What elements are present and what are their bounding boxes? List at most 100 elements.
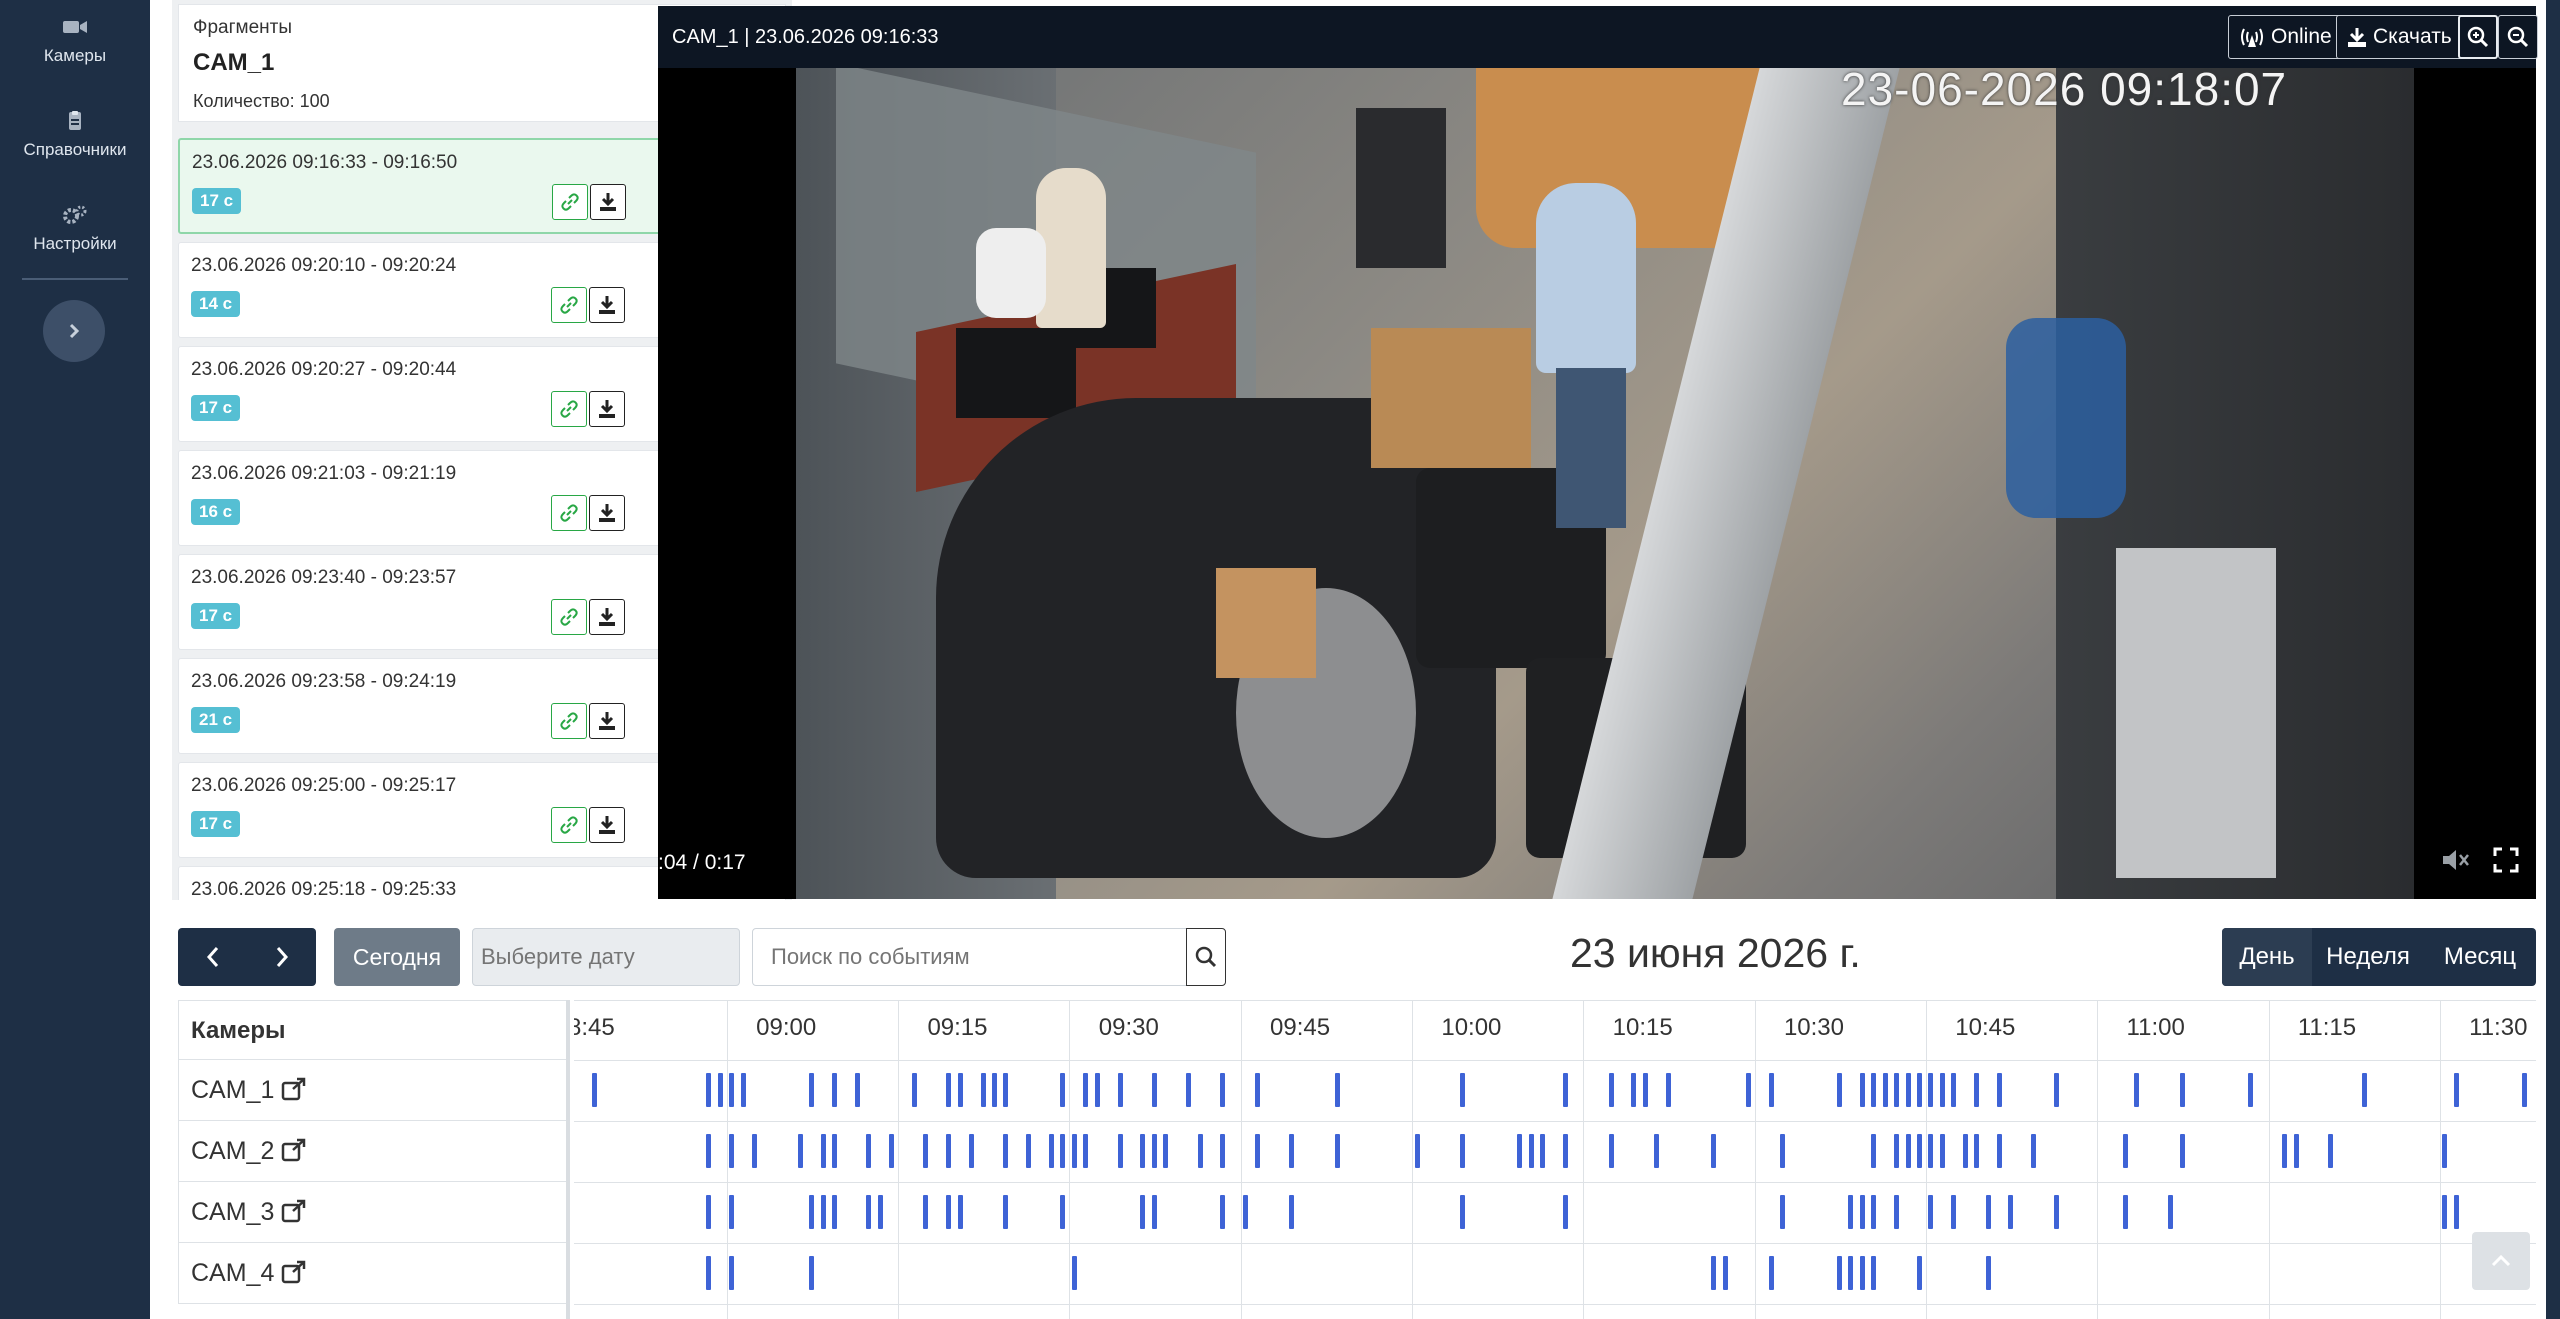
timeline-event-marker[interactable] xyxy=(1939,1073,1945,1107)
timeline-event-marker[interactable] xyxy=(1003,1195,1009,1229)
timeline-event-marker[interactable] xyxy=(991,1073,997,1107)
timeline-event-marker[interactable] xyxy=(1026,1134,1032,1168)
timeline-event-marker[interactable] xyxy=(1540,1134,1546,1168)
timeline-event-marker[interactable] xyxy=(706,1134,712,1168)
external-link-icon[interactable] xyxy=(281,1260,307,1284)
timeline-event-marker[interactable] xyxy=(1163,1134,1169,1168)
timeline-event-marker[interactable] xyxy=(1288,1195,1294,1229)
timeline-event-marker[interactable] xyxy=(2054,1073,2060,1107)
zoom-in-button[interactable] xyxy=(2458,15,2498,59)
timeline-event-marker[interactable] xyxy=(1745,1073,1751,1107)
timeline-event-marker[interactable] xyxy=(1060,1195,1066,1229)
timeline-event-marker[interactable] xyxy=(1871,1134,1877,1168)
date-picker-input[interactable] xyxy=(472,928,740,986)
mute-icon[interactable] xyxy=(2440,846,2470,879)
timeline-event-marker[interactable] xyxy=(1916,1073,1922,1107)
timeline-event-marker[interactable] xyxy=(1083,1073,1089,1107)
timeline-event-marker[interactable] xyxy=(2282,1134,2288,1168)
timeline-event-marker[interactable] xyxy=(923,1134,929,1168)
timeline-event-marker[interactable] xyxy=(1562,1195,1568,1229)
sidebar-item-cameras[interactable]: Камеры xyxy=(0,16,150,66)
timeline-event-marker[interactable] xyxy=(820,1195,826,1229)
timeline-event-marker[interactable] xyxy=(1334,1073,1340,1107)
timeline-event-marker[interactable] xyxy=(706,1195,712,1229)
timeline-event-marker[interactable] xyxy=(2122,1134,2128,1168)
timeline-event-marker[interactable] xyxy=(1197,1134,1203,1168)
timeline-event-marker[interactable] xyxy=(1083,1134,1089,1168)
timeline-event-marker[interactable] xyxy=(2453,1195,2459,1229)
timeline-event-marker[interactable] xyxy=(1871,1073,1877,1107)
timeline-event-marker[interactable] xyxy=(1254,1073,1260,1107)
timeline-event-marker[interactable] xyxy=(1871,1195,1877,1229)
timeline-event-marker[interactable] xyxy=(2442,1134,2448,1168)
timeline-event-marker[interactable] xyxy=(1460,1195,1466,1229)
timeline-event-marker[interactable] xyxy=(1928,1134,1934,1168)
timeline-event-marker[interactable] xyxy=(1608,1073,1614,1107)
timeline-event-marker[interactable] xyxy=(1003,1134,1009,1168)
timeline-event-marker[interactable] xyxy=(1151,1195,1157,1229)
copy-link-button[interactable] xyxy=(552,184,588,220)
video-frame[interactable]: 23-06-2026 09:18:07 xyxy=(796,68,2414,899)
timeline-event-marker[interactable] xyxy=(740,1073,746,1107)
timeline-event-marker[interactable] xyxy=(1711,1134,1717,1168)
timeline-event-marker[interactable] xyxy=(820,1134,826,1168)
timeline-event-marker[interactable] xyxy=(832,1195,838,1229)
timeline-event-marker[interactable] xyxy=(2133,1073,2139,1107)
timeline-event-marker[interactable] xyxy=(1186,1073,1192,1107)
external-link-icon[interactable] xyxy=(281,1077,307,1101)
timeline-track-area[interactable]: 8:45 09:00 09:15 09:30 09:45 10:00 10:15 10:30 1… xyxy=(574,1000,2536,1319)
timeline-event-marker[interactable] xyxy=(1951,1073,1957,1107)
timeline-event-marker[interactable] xyxy=(1288,1134,1294,1168)
download-fragment-button[interactable] xyxy=(589,807,625,843)
timeline-event-marker[interactable] xyxy=(809,1073,815,1107)
timeline-event-marker[interactable] xyxy=(729,1256,735,1290)
timeline-event-marker[interactable] xyxy=(1071,1134,1077,1168)
timeline-event-marker[interactable] xyxy=(706,1256,712,1290)
timeline-event-marker[interactable] xyxy=(1414,1134,1420,1168)
timeline-event-marker[interactable] xyxy=(1460,1134,1466,1168)
timeline-event-marker[interactable] xyxy=(729,1134,735,1168)
timeline-event-marker[interactable] xyxy=(1837,1073,1843,1107)
timeline-event-marker[interactable] xyxy=(866,1195,872,1229)
timeline-event-marker[interactable] xyxy=(2453,1073,2459,1107)
timeline-event-marker[interactable] xyxy=(2179,1073,2185,1107)
timeline-event-marker[interactable] xyxy=(1974,1073,1980,1107)
copy-link-button[interactable] xyxy=(551,807,587,843)
download-fragment-button[interactable] xyxy=(590,184,626,220)
timeline-event-marker[interactable] xyxy=(706,1073,712,1107)
timeline-event-marker[interactable] xyxy=(1071,1256,1077,1290)
camera-row-label[interactable]: CAM_2 xyxy=(178,1121,566,1182)
timeline-event-marker[interactable] xyxy=(1894,1195,1900,1229)
timeline-event-marker[interactable] xyxy=(1654,1134,1660,1168)
timeline-event-marker[interactable] xyxy=(1254,1134,1260,1168)
timeline-event-marker[interactable] xyxy=(1848,1256,1854,1290)
next-button[interactable] xyxy=(247,928,316,986)
timeline-event-marker[interactable] xyxy=(809,1256,815,1290)
timeline-event-marker[interactable] xyxy=(2293,1134,2299,1168)
timeline-event-marker[interactable] xyxy=(2328,1134,2334,1168)
event-search-input[interactable] xyxy=(752,928,1188,986)
timeline-event-marker[interactable] xyxy=(1711,1256,1717,1290)
timeline-event-marker[interactable] xyxy=(866,1134,872,1168)
timeline-event-marker[interactable] xyxy=(752,1134,758,1168)
timeline-event-marker[interactable] xyxy=(1894,1073,1900,1107)
timeline-event-marker[interactable] xyxy=(854,1073,860,1107)
timeline-event-marker[interactable] xyxy=(2362,1073,2368,1107)
timeline-event-marker[interactable] xyxy=(1768,1256,1774,1290)
timeline-event-marker[interactable] xyxy=(877,1195,883,1229)
camera-row-label[interactable]: CAM_4 xyxy=(178,1243,566,1304)
timeline-event-marker[interactable] xyxy=(1928,1073,1934,1107)
timeline-event-marker[interactable] xyxy=(1951,1195,1957,1229)
camera-row-label[interactable]: CAM_3 xyxy=(178,1182,566,1243)
timeline-event-marker[interactable] xyxy=(1151,1073,1157,1107)
timeline-event-marker[interactable] xyxy=(923,1195,929,1229)
timeline-event-marker[interactable] xyxy=(1871,1256,1877,1290)
timeline-event-marker[interactable] xyxy=(2442,1195,2448,1229)
today-button[interactable]: Сегодня xyxy=(334,928,460,986)
period-week-button[interactable]: Неделя xyxy=(2312,928,2424,986)
timeline-event-marker[interactable] xyxy=(1220,1134,1226,1168)
copy-link-button[interactable] xyxy=(551,391,587,427)
timeline-event-marker[interactable] xyxy=(832,1073,838,1107)
timeline-event-marker[interactable] xyxy=(1939,1134,1945,1168)
timeline-event-marker[interactable] xyxy=(969,1134,975,1168)
